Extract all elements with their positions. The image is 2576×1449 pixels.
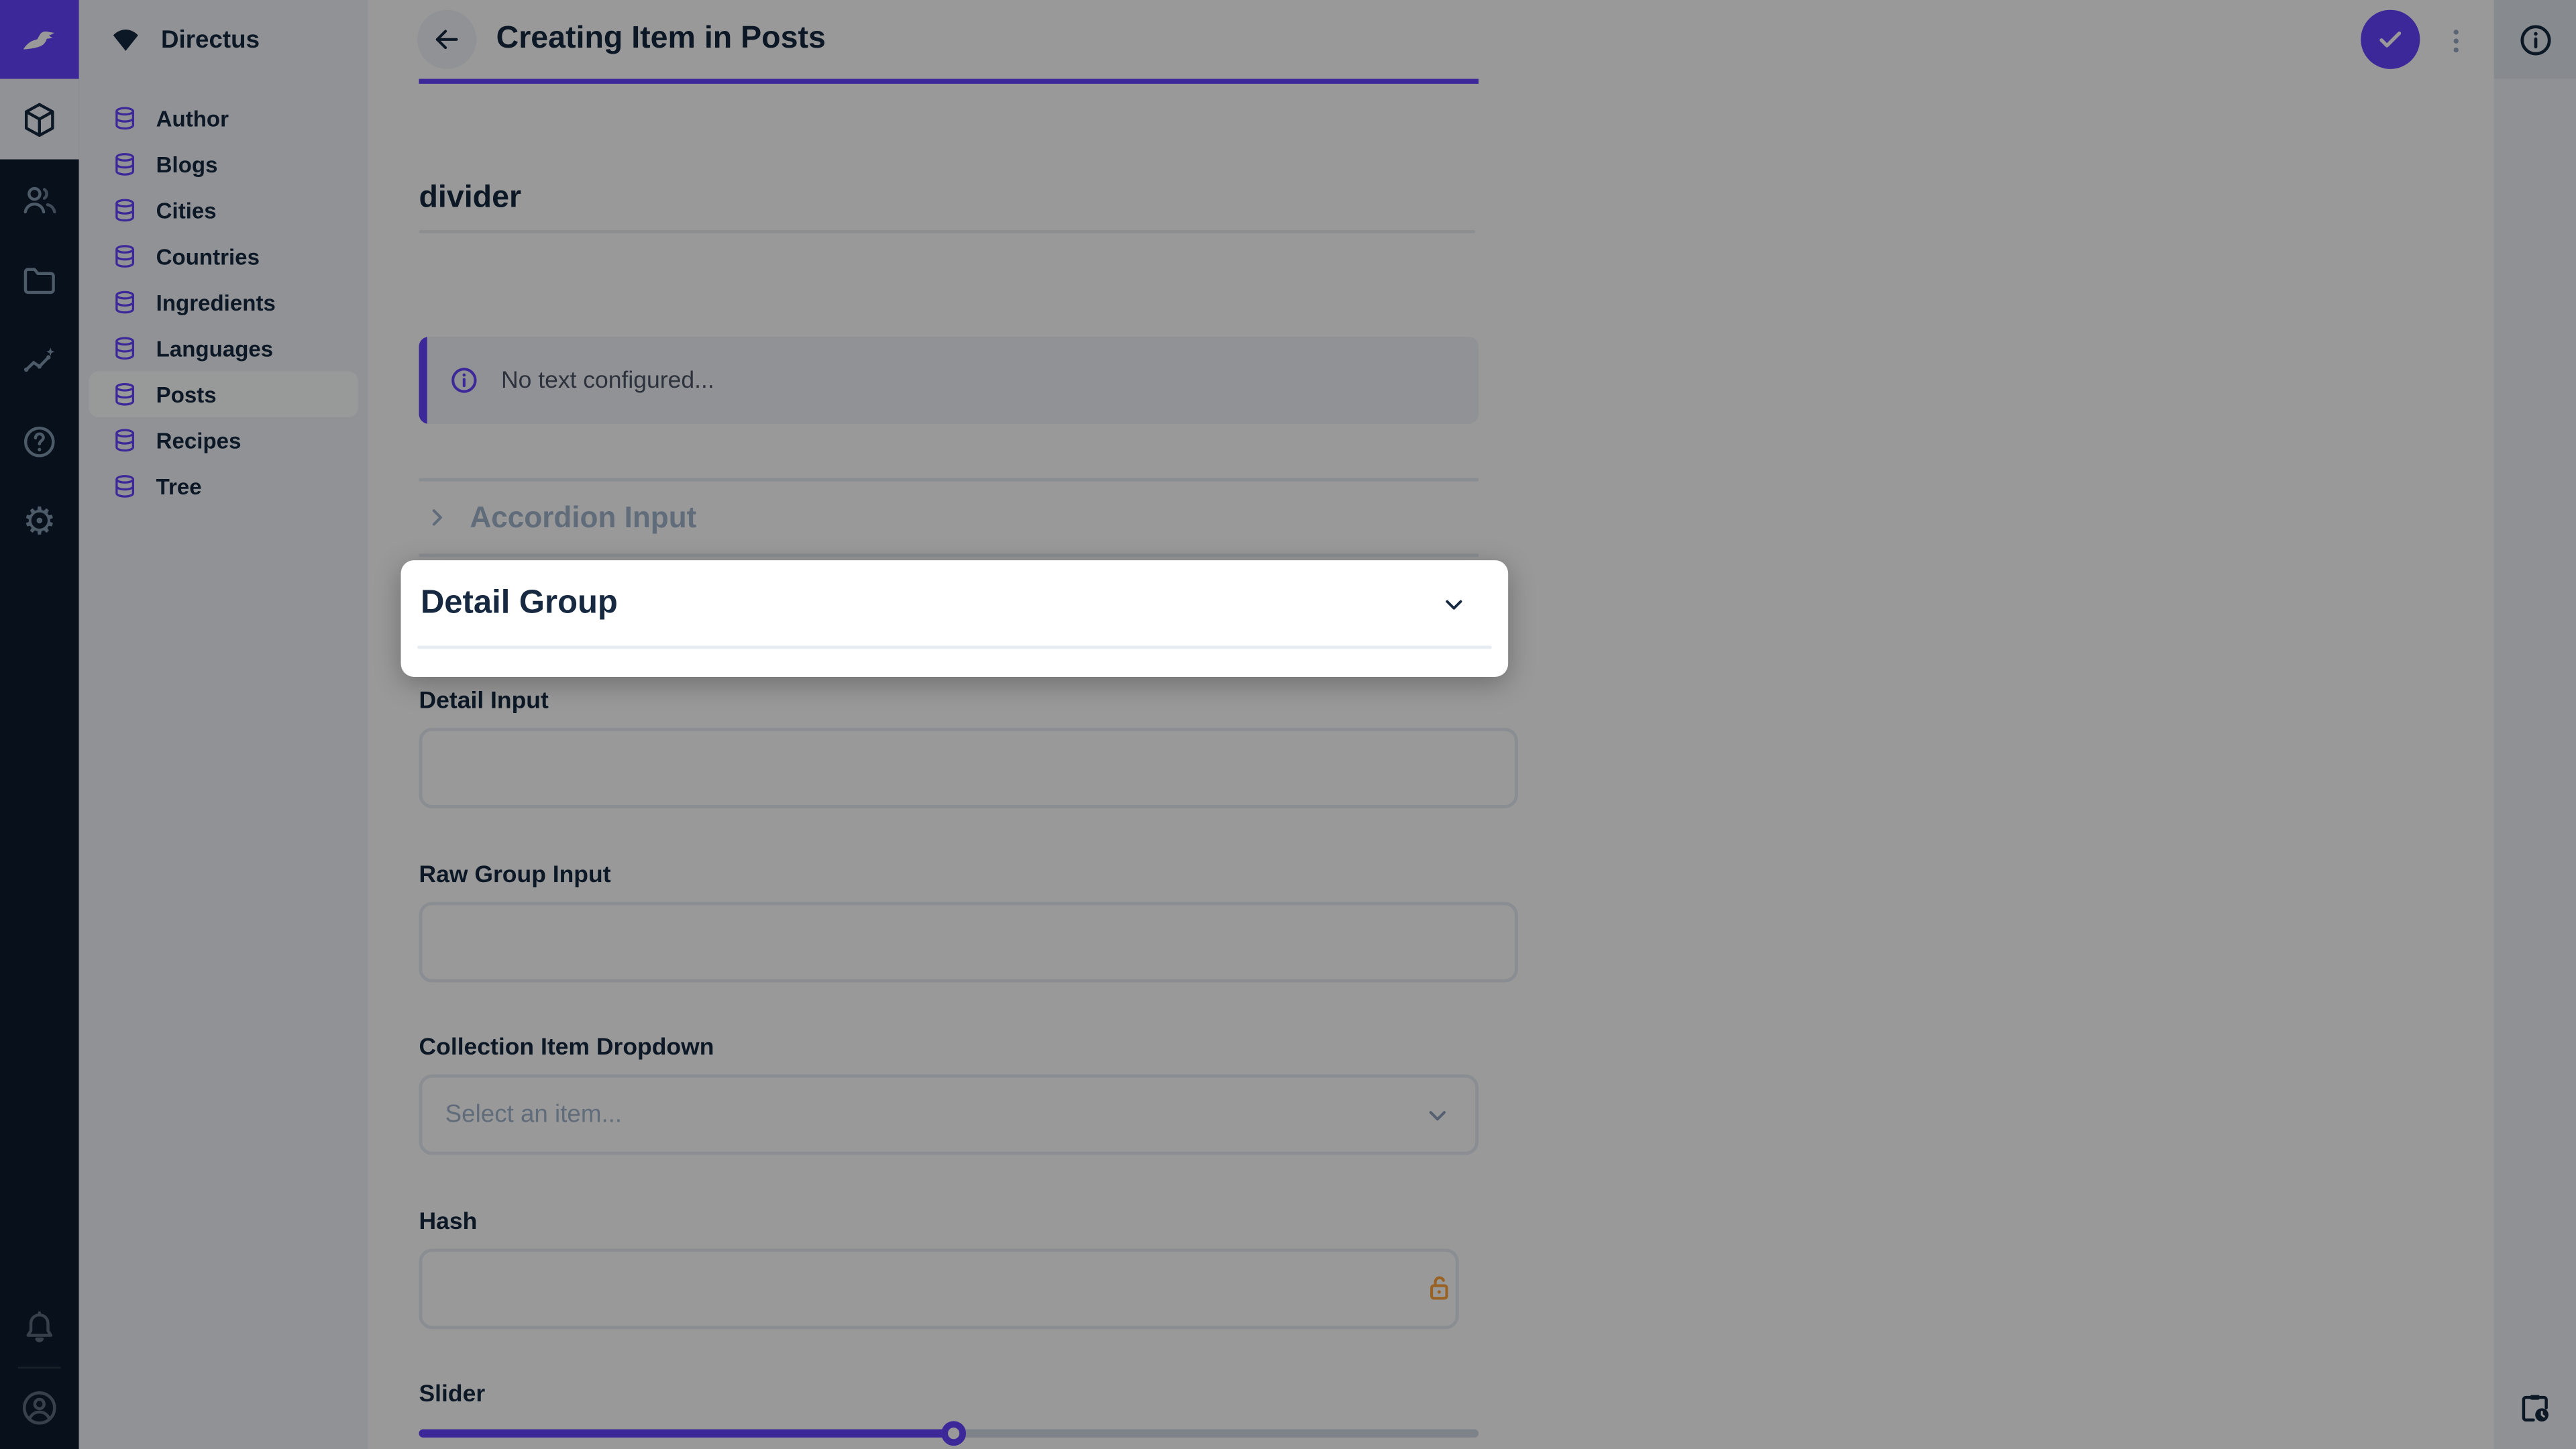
screen: ⚙ Directus Author — [0, 0, 2576, 1449]
chevron-down-icon[interactable] — [1439, 590, 1468, 619]
detail-group-divider — [417, 645, 1492, 649]
directus-app: ⚙ Directus Author — [0, 0, 2576, 1449]
detail-group-title: Detail Group — [421, 560, 618, 645]
detail-group-card[interactable]: Detail Group — [401, 560, 1509, 677]
dim-overlay — [0, 0, 2576, 1449]
